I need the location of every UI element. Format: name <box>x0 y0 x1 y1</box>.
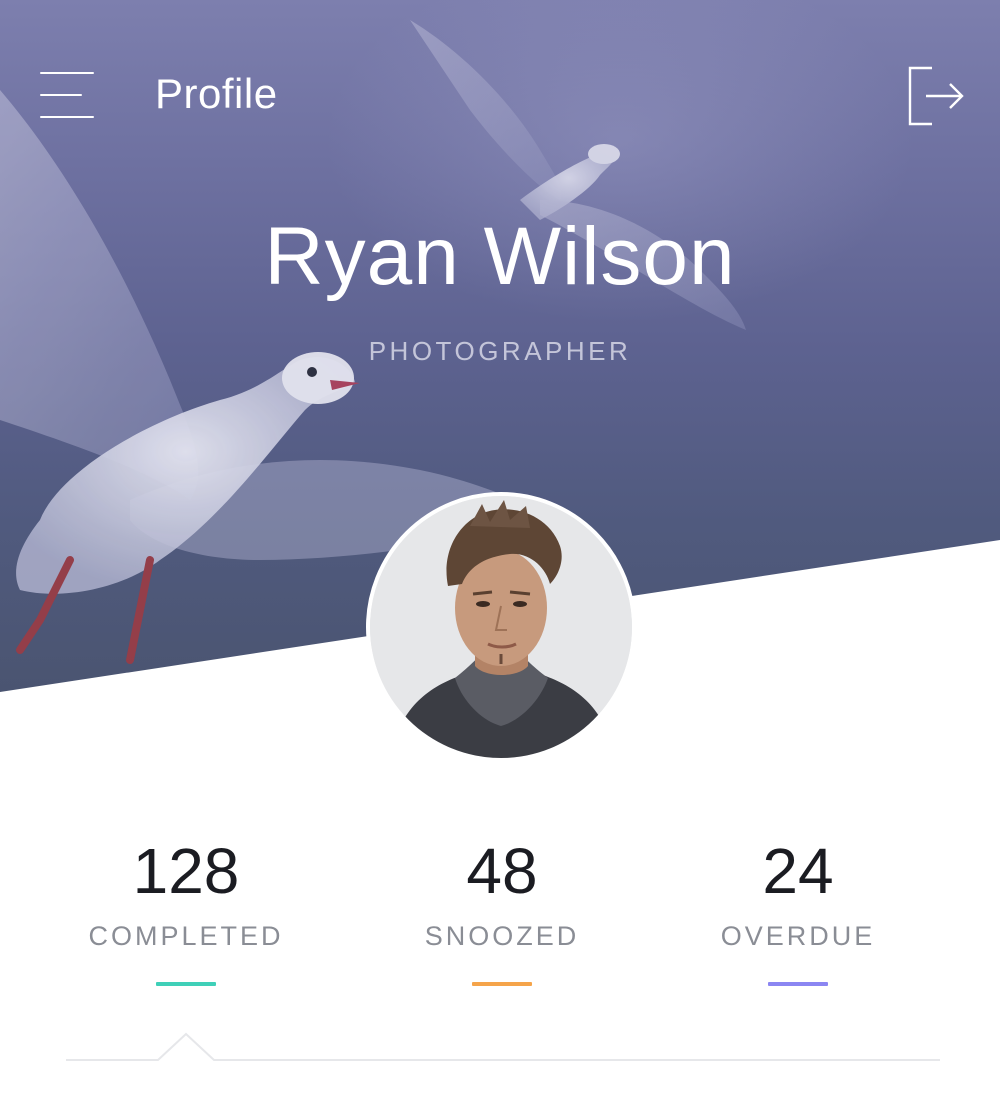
logout-button[interactable] <box>906 66 966 126</box>
hamburger-line <box>40 116 94 118</box>
stat-label: OVERDUE <box>720 921 876 951</box>
stat-indicator-bar <box>472 982 532 986</box>
avatar[interactable] <box>366 492 636 762</box>
stat-indicator-bar <box>768 982 828 986</box>
stat-snoozed[interactable]: 48 SNOOZED <box>342 832 662 986</box>
menu-button[interactable] <box>38 72 96 120</box>
profile-name: Ryan Wilson <box>264 211 736 302</box>
stat-label: COMPLETED <box>88 921 284 951</box>
stat-value: 24 <box>762 835 834 907</box>
avatar-portrait <box>370 496 632 758</box>
stat-value: 48 <box>466 835 538 907</box>
page-title: Profile <box>155 70 278 117</box>
tab-divider <box>66 1032 940 1061</box>
profile-screen: Profile Ryan Wilson PHOTOGRAPHER 128 COM… <box>0 0 1000 1115</box>
logout-icon <box>908 66 964 126</box>
hamburger-menu-icon <box>40 72 94 74</box>
stat-overdue[interactable]: 24 OVERDUE <box>638 832 958 986</box>
profile-role: PHOTOGRAPHER <box>368 336 632 366</box>
hamburger-line <box>40 94 82 96</box>
stat-completed[interactable]: 128 COMPLETED <box>26 832 346 986</box>
stat-indicator-bar <box>156 982 216 986</box>
stat-value: 128 <box>132 835 240 907</box>
stat-label: SNOOZED <box>424 921 580 951</box>
